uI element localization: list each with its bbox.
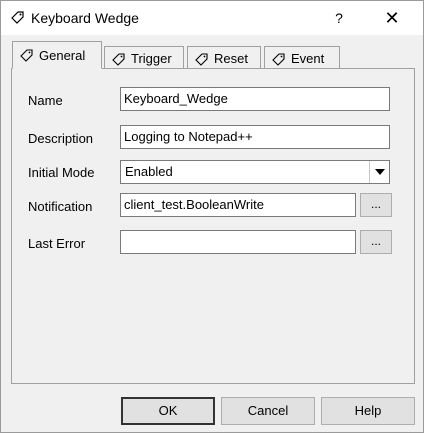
description-field[interactable]: Logging to Notepad++ (120, 125, 390, 149)
tag-icon (272, 52, 285, 66)
cancel-button[interactable]: Cancel (221, 397, 315, 425)
help-title-button[interactable]: ? (323, 1, 355, 35)
tab-label: General (39, 47, 86, 63)
tag-icon (195, 52, 208, 66)
tag-icon (11, 11, 24, 24)
close-button[interactable]: ✕ (369, 1, 415, 35)
tab-event[interactable]: Event (264, 46, 340, 70)
title-bar: Keyboard Wedge ? ✕ (1, 1, 423, 35)
chevron-down-icon[interactable] (369, 161, 389, 183)
initial-mode-value: Enabled (125, 164, 173, 179)
tab-trigger[interactable]: Trigger (104, 46, 184, 70)
window-title: Keyboard Wedge (31, 10, 139, 26)
tab-label: Trigger (131, 51, 172, 66)
close-icon: ✕ (384, 8, 400, 28)
tag-icon (20, 49, 33, 62)
notification-label: Notification (28, 199, 93, 214)
general-tab-panel (11, 68, 415, 384)
tab-label: Event (291, 51, 325, 66)
notification-field[interactable]: client_test.BooleanWrite (120, 193, 356, 217)
tag-icon (112, 52, 125, 66)
ok-button[interactable]: OK (121, 397, 215, 425)
dialog-window: Keyboard Wedge ? ✕ General Trigger Reset (0, 0, 424, 433)
initial-mode-label: Initial Mode (28, 165, 95, 180)
name-field[interactable]: Keyboard_Wedge (120, 87, 390, 111)
last-error-label: Last Error (28, 236, 86, 251)
last-error-field[interactable] (120, 230, 356, 254)
tab-reset[interactable]: Reset (187, 46, 261, 70)
notification-browse-button[interactable]: ... (360, 193, 392, 217)
last-error-browse-button[interactable]: ... (360, 230, 392, 254)
initial-mode-select[interactable]: Enabled (120, 160, 390, 184)
help-button[interactable]: Help (321, 397, 415, 425)
description-label: Description (28, 131, 94, 146)
name-label: Name (28, 93, 63, 108)
tab-general[interactable]: General (12, 41, 102, 69)
tab-label: Reset (214, 51, 248, 66)
